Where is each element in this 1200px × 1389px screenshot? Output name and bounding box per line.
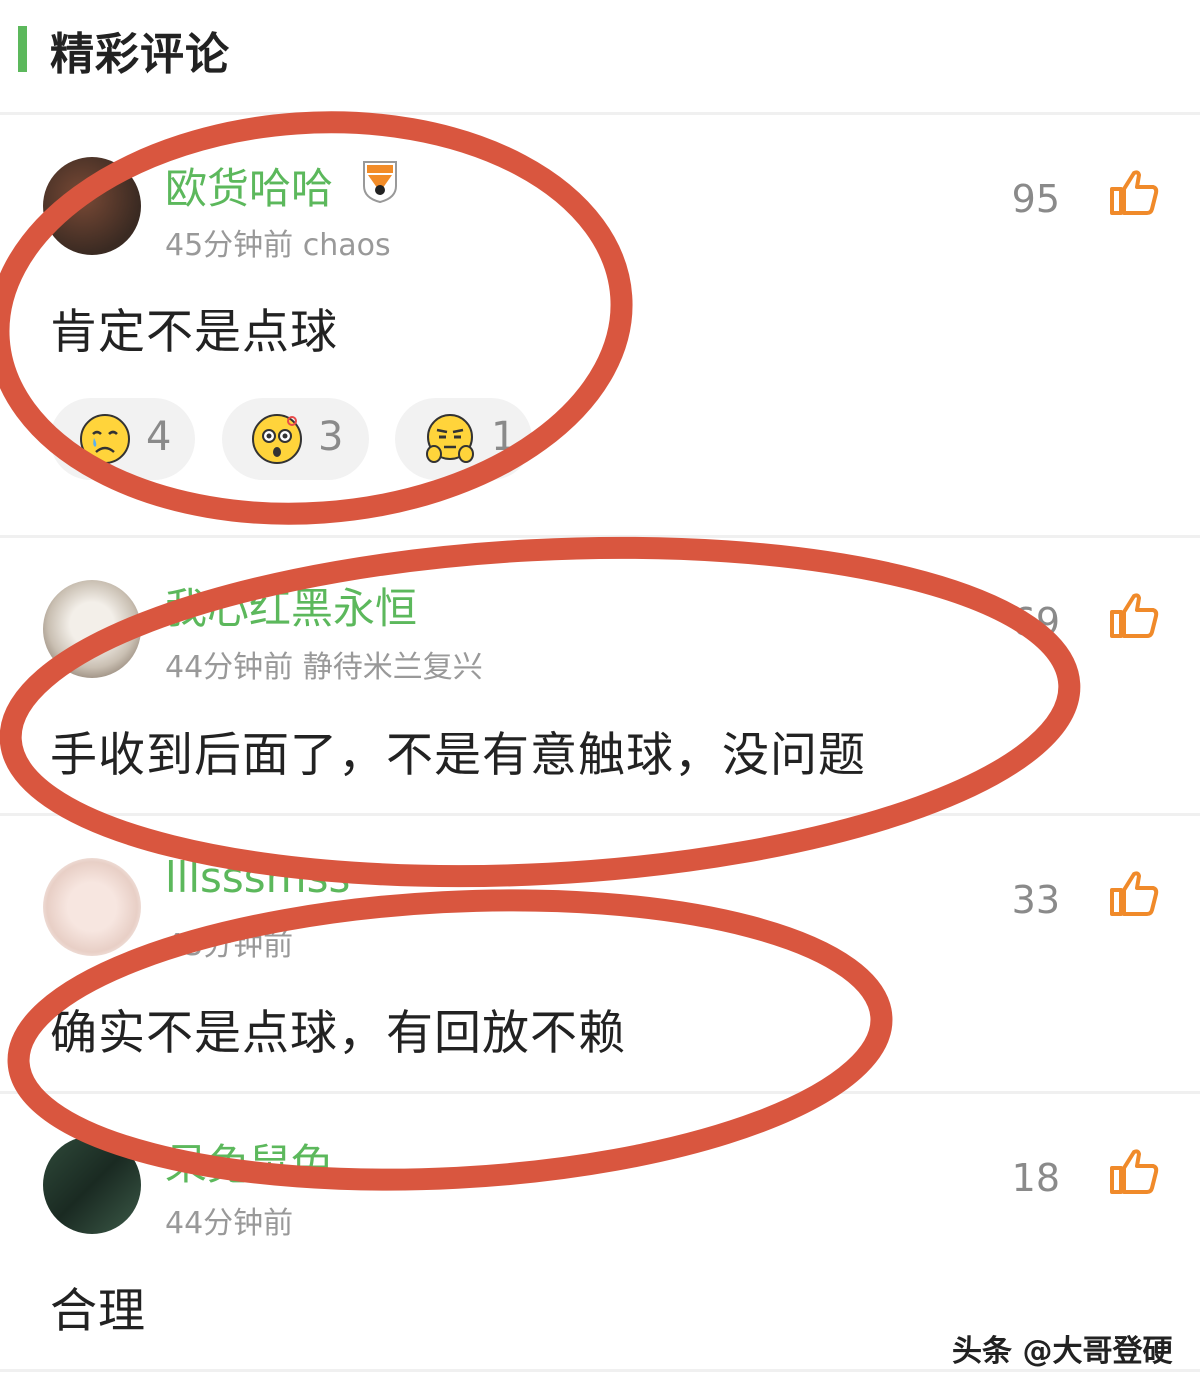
avatar[interactable] (43, 580, 141, 678)
comment-username[interactable]: 欧货哈哈 (165, 155, 333, 216)
header-accent-bar (18, 26, 27, 72)
avatar[interactable] (43, 1136, 141, 1234)
avatar[interactable] (43, 858, 141, 956)
comment-meta: 44分钟前 静待米兰复兴 (165, 650, 483, 685)
reaction-chip[interactable]: 1 (395, 398, 532, 480)
comment-meta: 45分钟前 chaos (165, 228, 391, 263)
comment-item: 我心红黑永恒 44分钟前 静待米兰复兴 手收到后面了，不是有意触球，没问题 69 (0, 538, 1200, 816)
surprised-face-icon (252, 414, 302, 464)
thumbs-up-icon[interactable] (1108, 1148, 1160, 1196)
watermark: 头条 @大哥登硬 (952, 1334, 1173, 1369)
comment-item: lllsssmss 43分钟前 确实不是点球，有回放不赖 33 (0, 816, 1200, 1094)
section-header: 精彩评论 (0, 0, 1200, 115)
section-title: 精彩评论 (50, 29, 230, 80)
like-count: 33 (1011, 878, 1060, 922)
thumbs-up-icon[interactable] (1108, 592, 1160, 640)
team-badge-icon (363, 161, 397, 204)
reaction-count: 3 (318, 414, 344, 460)
comment-username[interactable]: 呆兔鼠兔 (165, 1131, 333, 1192)
comment-username[interactable]: lllsssmss (165, 853, 350, 902)
comment-text: 手收到后面了，不是有意触球，没问题 (50, 728, 866, 783)
reaction-chip[interactable]: 4 (50, 398, 195, 480)
thumbs-up-icon[interactable] (1108, 870, 1160, 918)
comment-item: 欧货哈哈 45分钟前 chaos 肯定不是点球 95 4 3 1 (0, 115, 1200, 538)
like-count: 95 (1011, 177, 1060, 221)
reaction-count: 1 (491, 414, 517, 460)
shrug-face-icon (426, 414, 474, 463)
comment-text: 合理 (50, 1284, 146, 1339)
avatar[interactable] (43, 157, 141, 255)
comment-meta: 43分钟前 (165, 928, 294, 963)
crying-face-icon (80, 414, 130, 464)
thumbs-up-icon[interactable] (1108, 169, 1160, 217)
comment-text: 确实不是点球，有回放不赖 (50, 1006, 626, 1061)
reaction-count: 4 (146, 414, 172, 460)
comment-meta: 44分钟前 (165, 1206, 294, 1241)
like-count: 69 (1011, 600, 1060, 644)
reaction-chip[interactable]: 3 (222, 398, 369, 480)
comment-username[interactable]: 我心红黑永恒 (165, 575, 417, 636)
comment-text: 肯定不是点球 (50, 305, 338, 360)
like-count: 18 (1011, 1156, 1060, 1200)
